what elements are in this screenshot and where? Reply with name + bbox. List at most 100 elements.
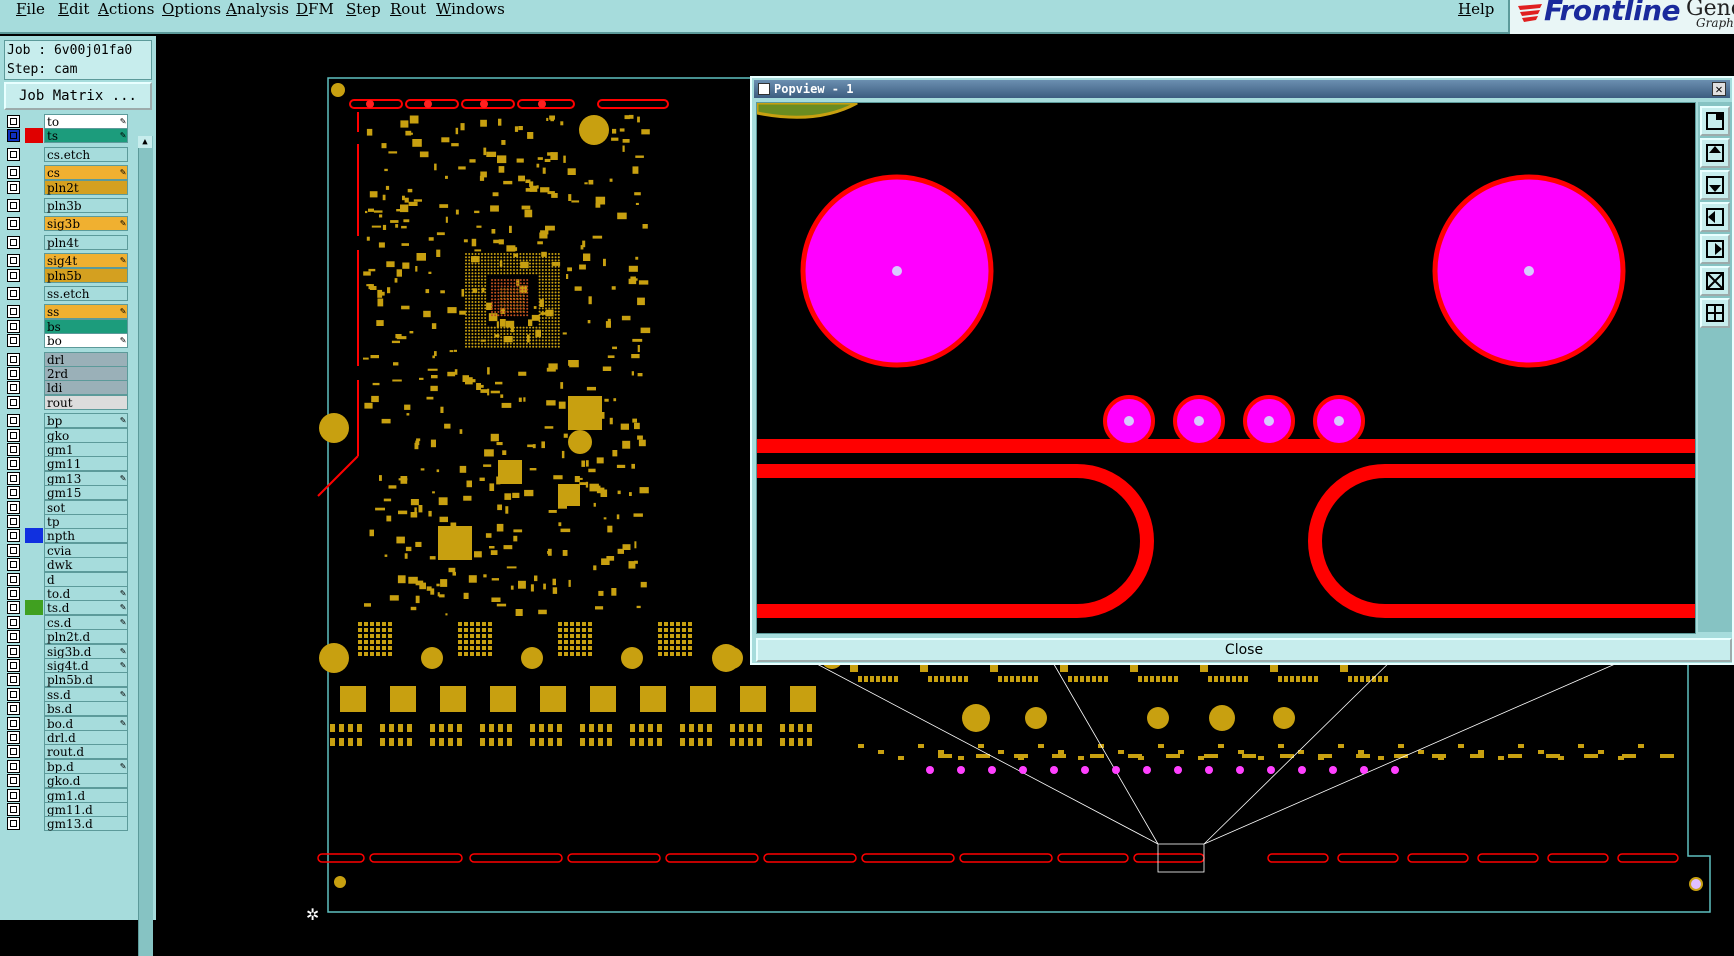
layer-visibility-checkbox[interactable] <box>7 147 20 161</box>
layer-visibility-checkbox[interactable] <box>7 199 20 212</box>
layer-name[interactable]: bs.d <box>44 701 128 717</box>
menu-step[interactable]: Step <box>346 0 381 20</box>
layer-name[interactable]: pln4t <box>44 234 128 250</box>
layer-visibility-checkbox[interactable] <box>7 601 20 615</box>
layer-name[interactable]: bo <box>44 333 128 349</box>
layer-row-rout-d[interactable]: rout.d <box>4 744 134 760</box>
layer-name[interactable]: d <box>44 571 128 587</box>
layer-row-d[interactable]: d <box>4 571 134 587</box>
layer-name[interactable]: bs <box>44 318 128 334</box>
layer-name[interactable]: gm11 <box>44 456 128 472</box>
layer-visibility-checkbox[interactable] <box>7 515 20 528</box>
layer-name[interactable]: gm11.d <box>44 802 128 817</box>
zoom-window-icon[interactable] <box>1700 106 1730 136</box>
layer-name[interactable]: cs.etch <box>44 146 128 162</box>
menu-edit[interactable]: Edit <box>58 0 89 20</box>
layer-visibility-checkbox[interactable] <box>7 395 20 409</box>
layer-visibility-checkbox[interactable] <box>7 659 20 672</box>
layer-name[interactable]: sig3b <box>44 216 128 232</box>
layer-name[interactable]: pln5b.d <box>44 672 128 688</box>
layer-visibility-checkbox[interactable] <box>7 543 20 557</box>
pan-left-icon[interactable] <box>1700 202 1730 232</box>
layer-row-sig3b-d[interactable]: sig3b.d ✎ <box>4 643 134 659</box>
layer-row-ss[interactable]: ss ✎ <box>4 304 134 320</box>
layer-name[interactable]: tp <box>44 514 128 529</box>
layer-row-pln4t[interactable]: pln4t <box>4 234 134 250</box>
pan-up-icon[interactable] <box>1700 138 1730 168</box>
layer-row-gm15[interactable]: gm15 <box>4 485 134 501</box>
layer-visibility-checkbox[interactable] <box>7 731 20 744</box>
layer-row-pln5b[interactable]: pln5b <box>4 267 134 283</box>
layer-visibility-checkbox[interactable] <box>7 319 20 333</box>
layer-name[interactable]: sot <box>44 499 128 515</box>
layer-name[interactable]: pln2t <box>44 179 128 195</box>
layer-scrollbar[interactable] <box>138 136 153 956</box>
layer-row-bp-d[interactable]: bp.d ✎ <box>4 758 134 774</box>
layer-row-bo-d[interactable]: bo.d ✎ <box>4 715 134 731</box>
layer-row-bs[interactable]: bs <box>4 318 134 334</box>
layer-visibility-checkbox[interactable] <box>7 486 20 500</box>
layer-visibility-checkbox[interactable] <box>7 414 20 428</box>
layer-row-gm13-d[interactable]: gm13.d <box>4 816 134 832</box>
layer-name[interactable]: cvia <box>44 542 128 558</box>
layer-row-gko[interactable]: gko <box>4 427 134 443</box>
layer-row-sig4t-d[interactable]: sig4t.d ✎ <box>4 658 134 673</box>
layer-name[interactable]: sig4t <box>44 253 128 269</box>
pan-down-icon[interactable] <box>1700 170 1730 200</box>
layer-name[interactable]: ss <box>44 304 128 320</box>
layer-visibility-checkbox[interactable] <box>7 367 20 380</box>
layer-row-gm11[interactable]: gm11 <box>4 456 134 472</box>
layer-row-to-d[interactable]: to.d ✎ <box>4 586 134 601</box>
layer-visibility-checkbox[interactable] <box>7 716 20 730</box>
layer-name[interactable]: cs.d <box>44 614 128 630</box>
layer-visibility-checkbox[interactable] <box>7 254 20 268</box>
layer-row-ss-etch[interactable]: ss.etch <box>4 286 134 301</box>
layer-row-sig4t[interactable]: sig4t ✎ <box>4 253 134 269</box>
zoom-fit-icon[interactable] <box>1700 266 1730 296</box>
menu-actions[interactable]: Actions <box>98 0 154 20</box>
layer-name[interactable]: ss.etch <box>44 286 128 301</box>
layer-row-pln3b[interactable]: pln3b <box>4 198 134 213</box>
layer-visibility-checkbox[interactable] <box>7 457 20 471</box>
layer-visibility-checkbox[interactable] <box>7 500 20 514</box>
layer-name[interactable]: to.d <box>44 586 128 601</box>
close-icon[interactable]: ✕ <box>1712 82 1726 96</box>
menu-file[interactable]: File <box>16 0 45 20</box>
layer-visibility-checkbox[interactable] <box>7 687 20 701</box>
layer-visibility-checkbox[interactable] <box>7 558 20 572</box>
layer-name[interactable]: sig3b.d <box>44 643 128 659</box>
layer-name[interactable]: to <box>44 114 128 129</box>
layer-visibility-checkbox[interactable] <box>7 471 20 485</box>
layer-name[interactable]: ss.d <box>44 686 128 702</box>
layer-visibility-checkbox[interactable] <box>7 788 20 802</box>
layer-name[interactable]: bp <box>44 413 128 429</box>
layer-visibility-checkbox[interactable] <box>7 334 20 348</box>
layer-name[interactable]: gko <box>44 427 128 443</box>
menu-dfm[interactable]: DFM <box>296 0 334 20</box>
layer-name[interactable]: drl.d <box>44 730 128 745</box>
layer-visibility-checkbox[interactable] <box>7 180 20 194</box>
layer-name[interactable]: gm15 <box>44 485 128 501</box>
job-matrix-button[interactable]: Job Matrix ... <box>4 82 152 110</box>
pan-right-icon[interactable] <box>1700 234 1730 264</box>
layer-row-ts[interactable]: ts ✎ <box>4 128 134 144</box>
layer-name[interactable]: npth <box>44 528 128 544</box>
layer-name[interactable]: bp.d <box>44 758 128 774</box>
layer-visibility-checkbox[interactable] <box>7 529 20 543</box>
menu-windows[interactable]: Windows <box>436 0 505 20</box>
menu-help[interactable]: Help <box>1458 0 1494 20</box>
layer-row-ss-d[interactable]: ss.d ✎ <box>4 686 134 702</box>
layer-row-gm11-d[interactable]: gm11.d <box>4 802 134 817</box>
layer-name[interactable]: gko.d <box>44 773 128 789</box>
layer-name[interactable]: gm13 <box>44 470 128 486</box>
layer-row-to[interactable]: to ✎ <box>4 114 134 129</box>
layer-name[interactable]: drl <box>44 351 128 367</box>
layer-visibility-checkbox[interactable] <box>7 235 20 249</box>
layer-visibility-checkbox[interactable] <box>7 217 20 231</box>
layer-row-ts-d[interactable]: ts.d ✎ <box>4 600 134 616</box>
layer-row-drl[interactable]: drl <box>4 351 134 367</box>
layer-name[interactable]: pln2t.d <box>44 629 128 645</box>
layer-name[interactable]: gm1.d <box>44 787 128 803</box>
layer-name[interactable]: rout <box>44 394 128 410</box>
layer-name[interactable]: sig4t.d <box>44 658 128 673</box>
